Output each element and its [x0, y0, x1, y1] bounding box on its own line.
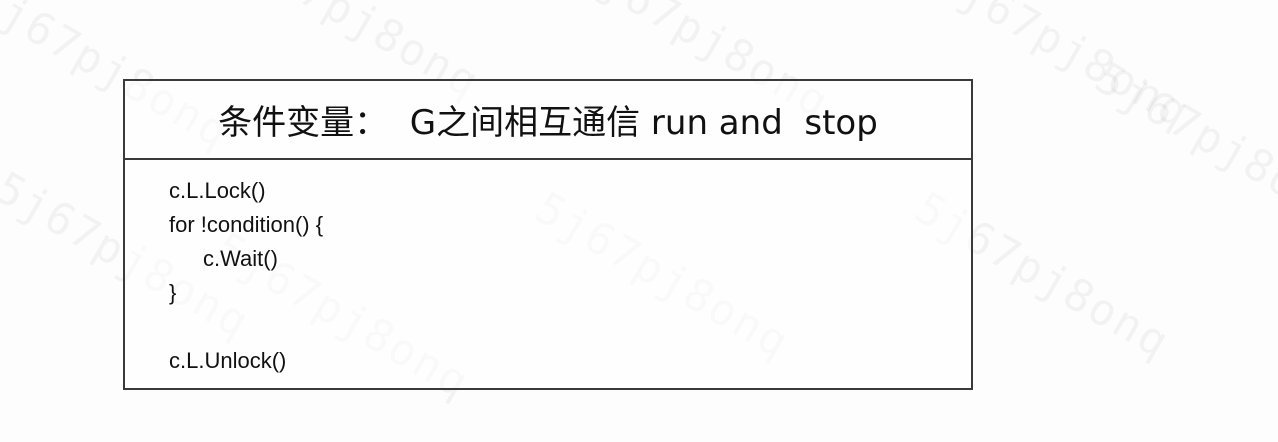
watermark-text: 5j67pj8onq [1086, 52, 1278, 239]
code-line-close-brace: } [169, 280, 177, 305]
code-line-for: for !condition() { [169, 212, 324, 237]
diagram-title: 条件变量： G之间相互通信 run and stop [125, 81, 971, 160]
code-line-lock: c.L.Lock() [169, 178, 266, 203]
code-line-unlock: c.L.Unlock() [169, 348, 287, 373]
code-line-wait: c.Wait() [203, 246, 278, 271]
code-block: c.L.Lock() for !condition() { c.Wait() }… [125, 160, 971, 378]
code-diagram-box: 条件变量： G之间相互通信 run and stop c.L.Lock() fo… [123, 79, 973, 390]
